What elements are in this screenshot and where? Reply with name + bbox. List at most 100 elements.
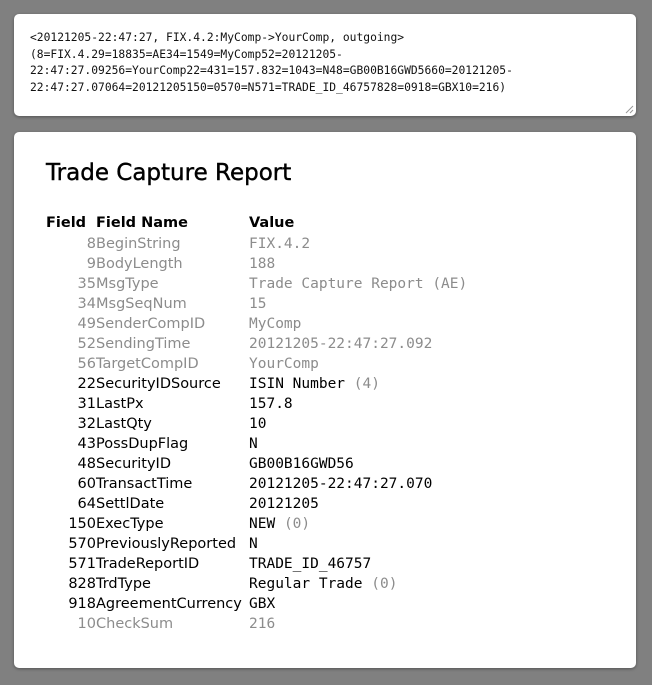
field-value: GB00B16GWD56	[249, 456, 354, 472]
table-row: 60 TransactTime 20121205-22:47:27.070	[46, 474, 467, 494]
field-tag: 918	[68, 596, 96, 612]
field-tag: 828	[68, 576, 96, 592]
field-value-cell: 15	[249, 294, 467, 314]
enum-code: (0)	[283, 516, 311, 532]
field-name: CheckSum	[96, 616, 174, 632]
field-tag: 571	[68, 556, 96, 572]
field-value-cell: 20121205-22:47:27.070	[249, 474, 467, 494]
raw-message-line: 22:47:27.09256=YourComp22=431=157.832=10…	[30, 64, 513, 77]
field-tag: 9	[86, 256, 96, 272]
field-name: TargetCompID	[96, 356, 199, 372]
field-name: SecurityID	[96, 456, 171, 472]
field-name: ExecType	[96, 516, 164, 532]
table-row: 8 BeginString FIX.4.2	[46, 234, 467, 254]
field-name: SendingTime	[96, 336, 191, 352]
raw-message-textarea[interactable]: <20121205-22:47:27, FIX.4.2:MyComp->Your…	[14, 14, 636, 116]
raw-message-line: <20121205-22:47:27, FIX.4.2:MyComp->Your…	[30, 31, 405, 44]
field-value: 10	[249, 416, 267, 432]
field-name: SettlDate	[96, 496, 165, 512]
column-header-value: Value	[249, 215, 295, 231]
field-value: MyComp	[249, 316, 302, 332]
table-row: 150 ExecType NEW (0)	[46, 514, 467, 534]
field-value: GBX	[249, 596, 276, 612]
field-tag: 35	[77, 276, 96, 292]
table-row: 35 MsgType Trade Capture Report (AE)	[46, 274, 468, 294]
table-row: 32 LastQty 10	[46, 414, 467, 434]
table-row: 64 SettlDate 20121205	[46, 494, 467, 514]
column-header-field-name: Field Name	[96, 215, 188, 231]
field-tag: 150	[68, 516, 96, 532]
field-tag: 64	[77, 496, 96, 512]
field-tag: 60	[77, 476, 96, 492]
field-value-cell: FIX.4.2	[249, 234, 467, 254]
field-tag: 570	[68, 536, 96, 552]
column-header-field: Field	[46, 215, 87, 231]
report-title: Trade Capture Report	[46, 160, 292, 186]
enum-code: (4)	[353, 376, 380, 392]
field-value-cell: N	[249, 534, 467, 554]
field-value-cell: GBX	[249, 594, 467, 614]
field-name: LastQty	[96, 416, 152, 432]
table-row: 34 MsgSeqNum 15	[46, 294, 467, 314]
field-name: PreviouslyReported	[96, 536, 237, 552]
table-row: 31 LastPx 157.8	[46, 394, 467, 414]
field-value-cell: 157.8	[249, 394, 467, 414]
field-value-cell: 10	[249, 414, 467, 434]
field-name: PossDupFlag	[96, 436, 189, 452]
field-tag: 48	[77, 456, 96, 472]
field-value-cell: 216	[249, 614, 467, 634]
field-value: 20121205-22:47:27.070	[249, 476, 433, 492]
field-name: TrdType	[96, 576, 151, 592]
field-value: NEW	[249, 516, 276, 532]
field-value-cell: N	[249, 434, 467, 454]
field-tag: 52	[77, 336, 96, 352]
table-row: 43 PossDupFlag N	[46, 434, 467, 454]
field-tag: 31	[77, 396, 96, 412]
fields-table-body: 8 BeginString FIX.4.2 9 BodyLength 188 35 MsgTy…	[46, 234, 467, 634]
field-value-cell: ISIN Number (4)	[249, 374, 467, 394]
field-name: TransactTime	[96, 476, 193, 492]
field-value-cell: 20121205	[249, 494, 467, 514]
field-value: YourComp	[249, 356, 319, 372]
field-value: 216	[249, 616, 276, 632]
field-value-cell: 20121205-22:47:27.092	[249, 334, 467, 354]
field-value-cell: Regular Trade (0)	[249, 574, 467, 594]
fields-table: Field Field Name Value 8 BeginString FIX.4…	[46, 212, 467, 634]
table-header-row: Field Field Name Value	[46, 212, 467, 234]
field-value: 20121205	[249, 496, 319, 512]
field-tag: 32	[77, 416, 96, 432]
resize-grip-icon[interactable]	[624, 104, 634, 114]
field-tag: 10	[77, 616, 96, 632]
field-name: AgreementCurrency	[96, 596, 242, 612]
field-tag: 22	[77, 376, 96, 392]
table-row: 49 SenderCompID MyComp	[46, 314, 467, 334]
field-value: Regular Trade	[249, 576, 363, 592]
raw-message-text: <20121205-22:47:27, FIX.4.2:MyComp->Your…	[30, 30, 620, 96]
table-row: 52 SendingTime 20121205-22:47:27.092	[46, 334, 467, 354]
field-name: MsgType	[96, 276, 159, 292]
field-name: MsgSeqNum	[96, 296, 187, 312]
raw-message-line: 22:47:27.07064=20121205150=0570=N571=TRA…	[30, 80, 507, 94]
field-name: TradeReportID	[96, 556, 200, 572]
field-tag: 8	[86, 236, 96, 252]
table-row: 9 BodyLength 188	[46, 254, 467, 274]
enum-code: (0)	[371, 576, 398, 592]
field-name: SecurityIDSource	[96, 376, 221, 392]
field-value: 20121205-22:47:27.092	[249, 336, 433, 352]
field-value: TRADE_ID_46757	[249, 556, 372, 572]
field-value-cell: NEW (0)	[249, 514, 467, 534]
field-name: SenderCompID	[96, 316, 206, 332]
field-value: Trade Capture Report (AE)	[249, 276, 468, 292]
field-value: ISIN Number	[249, 376, 346, 392]
field-value: N	[249, 536, 258, 552]
table-row: 918 AgreementCurrency GBX	[46, 594, 467, 614]
table-row: 48 SecurityID GB00B16GWD56	[46, 454, 467, 474]
table-row: 22 SecurityIDSource ISIN Number (4)	[46, 374, 467, 394]
report-card: Trade Capture Report Field Field Name Va…	[14, 132, 636, 668]
field-value-cell: Trade Capture Report (AE)	[249, 274, 467, 294]
field-value-cell: YourComp	[249, 354, 467, 374]
table-row: 828 TrdType Regular Trade (0)	[46, 574, 467, 594]
field-value-cell: TRADE_ID_46757	[249, 554, 467, 574]
field-name: LastPx	[96, 396, 144, 412]
field-tag: 43	[77, 436, 96, 452]
